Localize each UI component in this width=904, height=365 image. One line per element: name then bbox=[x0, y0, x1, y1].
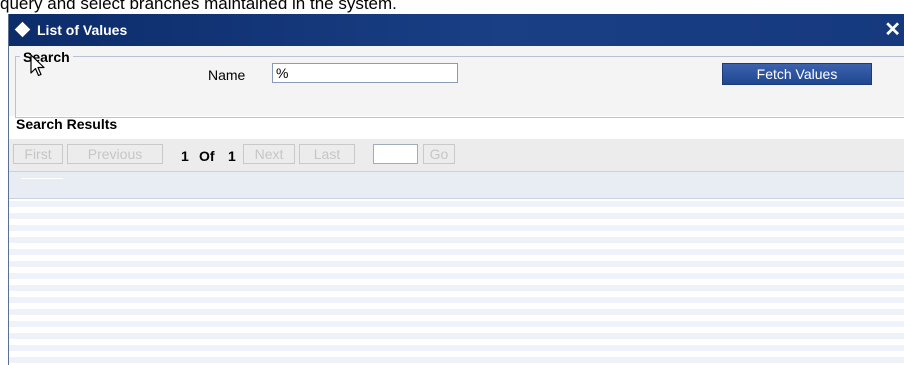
last-page-button[interactable]: Last bbox=[299, 144, 355, 164]
first-page-button[interactable]: First bbox=[13, 144, 63, 164]
previous-page-button[interactable]: Previous bbox=[67, 144, 163, 164]
pagination-bar: First Previous 1 Of 1 Next Last Go bbox=[9, 139, 904, 171]
go-button[interactable]: Go bbox=[423, 144, 455, 164]
next-page-button[interactable]: Next bbox=[243, 144, 295, 164]
page-caption: query and select branches maintained in … bbox=[0, 0, 397, 13]
header-divider bbox=[21, 178, 63, 179]
search-fieldset: Search Name Fetch Values bbox=[15, 49, 904, 118]
of-label: Of bbox=[199, 148, 215, 164]
search-results-heading: Search Results bbox=[16, 116, 118, 132]
fetch-values-button[interactable]: Fetch Values bbox=[722, 63, 872, 85]
results-table-header bbox=[9, 171, 904, 199]
search-section: Search Name Fetch Values bbox=[9, 46, 904, 118]
list-of-values-dialog: List of Values ✕ Search Name Fetch Value… bbox=[8, 14, 904, 365]
dialog-title: List of Values bbox=[37, 22, 128, 38]
close-icon[interactable]: ✕ bbox=[884, 17, 901, 42]
page-number-input[interactable] bbox=[373, 144, 418, 164]
name-label: Name bbox=[208, 67, 246, 83]
mouse-pointer-icon bbox=[30, 54, 45, 77]
diamond-icon bbox=[14, 21, 31, 38]
results-table bbox=[9, 171, 904, 365]
name-input[interactable] bbox=[272, 63, 458, 83]
total-pages-number: 1 bbox=[228, 148, 236, 164]
search-legend: Search bbox=[20, 49, 73, 65]
current-page-number: 1 bbox=[181, 148, 189, 164]
dialog-title-bar[interactable]: List of Values ✕ bbox=[9, 14, 904, 46]
